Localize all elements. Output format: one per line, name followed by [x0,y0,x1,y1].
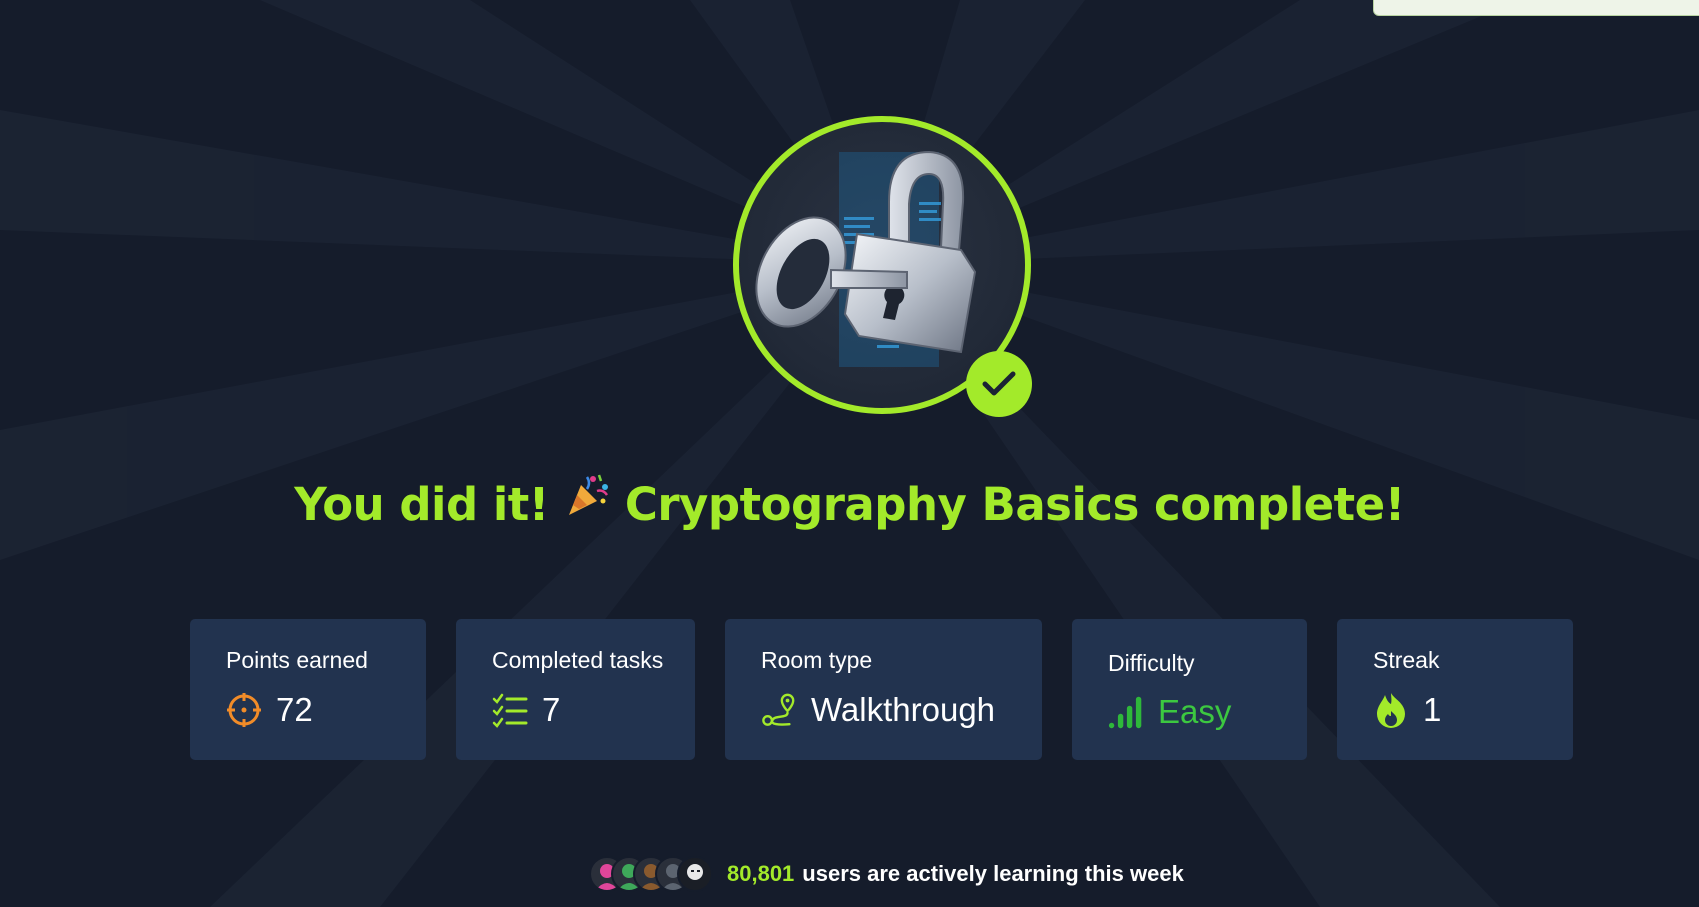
route-icon [761,692,797,728]
flame-icon [1373,692,1409,728]
stat-value: 1 [1423,691,1442,728]
active-learners-text: 80,801 users are actively learning this w… [727,861,1184,887]
checkmark-icon [982,371,1016,396]
stat-card-room-type: Room type Walkthrough [725,619,1042,760]
stat-value: Walkthrough [811,691,996,728]
party-popper-icon [563,471,611,537]
stat-label: Room type [761,647,873,673]
target-icon [226,692,262,728]
active-learners-footer: 80,801 users are actively learning this w… [589,855,1184,893]
stat-card-streak: Streak 1 [1337,619,1573,760]
active-learners-label: users are actively learning this week [802,861,1184,886]
stat-card-difficulty: Difficulty Easy [1072,619,1307,760]
stat-card-points: Points earned 72 [190,619,426,760]
avatar-group [589,856,713,892]
headline-prefix: You did it! [294,478,549,531]
checklist-icon [492,692,528,728]
stat-value: Easy [1158,693,1232,730]
signal-bars-icon [1108,694,1144,730]
completed-check-badge [966,351,1032,417]
avatar [677,856,713,892]
headline-suffix: Cryptography Basics complete! [624,478,1405,531]
stat-value: 72 [276,691,313,728]
stat-label: Points earned [226,647,368,673]
stat-label: Completed tasks [492,647,664,673]
stat-value: 7 [542,691,561,728]
stat-label: Streak [1373,647,1440,673]
stat-card-tasks: Completed tasks 7 [456,619,695,760]
notification-toast-edge [1373,0,1699,16]
active-learners-count: 80,801 [727,861,795,886]
completion-headline: You did it! Cryptography Basics complete… [0,472,1699,538]
stat-label: Difficulty [1108,650,1195,676]
